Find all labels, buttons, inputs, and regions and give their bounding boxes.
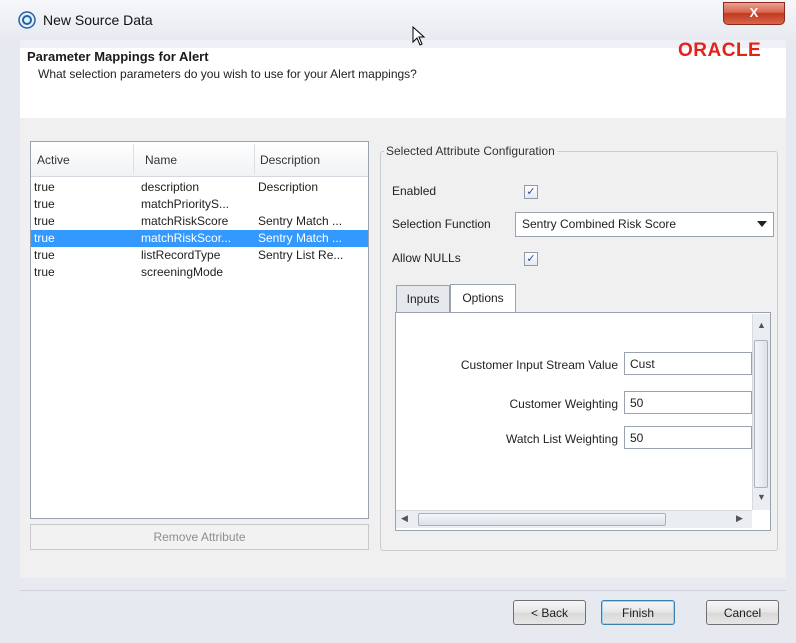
vertical-scrollbar[interactable]: ▲ ▼ — [752, 314, 770, 510]
selection-function-label: Selection Function — [392, 217, 491, 231]
scroll-right-icon[interactable]: ▶ — [736, 513, 743, 524]
cell-description: Sentry Match ... — [258, 231, 343, 245]
cell-active: true — [34, 180, 55, 194]
window-title: New Source Data — [43, 12, 153, 28]
table-row-selected[interactable]: true matchRiskScor... Sentry Match ... — [31, 230, 368, 247]
cell-name: matchRiskScore — [141, 214, 229, 228]
allow-nulls-label: Allow NULLs — [392, 251, 461, 265]
field-label: Watch List Weighting — [505, 432, 618, 446]
dialog-window: New Source Data X Parameter Mappings for… — [0, 0, 796, 643]
horizontal-scrollbar[interactable]: ◀ ▶ — [396, 510, 752, 528]
cell-active: true — [34, 265, 55, 279]
cell-active: true — [34, 197, 55, 211]
scroll-down-icon[interactable]: ▼ — [757, 492, 766, 502]
footer-divider — [20, 590, 786, 591]
table-row[interactable]: true matchPriorityS... — [31, 196, 368, 213]
cell-active: true — [34, 231, 55, 245]
customer-input-stream-field[interactable]: Cust — [624, 352, 752, 375]
table-row[interactable]: true description Description — [31, 179, 368, 196]
cell-name: matchPriorityS... — [141, 197, 230, 211]
page-subtitle: What selection parameters do you wish to… — [38, 67, 417, 81]
tab-options[interactable]: Options — [450, 284, 516, 314]
scroll-up-icon[interactable]: ▲ — [757, 320, 766, 330]
cell-name: listRecordType — [141, 248, 221, 262]
field-value: 50 — [630, 396, 644, 410]
cell-active: true — [34, 248, 55, 262]
mouse-cursor-icon — [412, 26, 426, 46]
tab-inputs[interactable]: Inputs — [396, 285, 450, 313]
app-icon — [18, 11, 36, 29]
cell-description: Description — [258, 180, 319, 194]
window-frame-right — [786, 40, 796, 643]
allow-nulls-checkbox[interactable]: ✓ — [524, 252, 538, 266]
window-frame-left — [0, 40, 20, 643]
chevron-down-icon[interactable] — [757, 221, 767, 227]
scroll-left-icon[interactable]: ◀ — [401, 513, 408, 524]
cell-description: Sentry List Re... — [258, 248, 344, 262]
scroll-thumb[interactable] — [754, 340, 768, 488]
close-button[interactable]: X — [723, 2, 785, 25]
cancel-button[interactable]: Cancel — [706, 600, 779, 625]
watch-list-weighting-field[interactable]: 50 — [624, 426, 752, 449]
column-divider[interactable] — [254, 144, 255, 174]
title-bar: New Source Data X — [0, 0, 796, 46]
enabled-label: Enabled — [392, 184, 437, 198]
options-panel — [395, 312, 771, 531]
remove-attribute-button[interactable]: Remove Attribute — [30, 524, 369, 550]
field-value: 50 — [630, 431, 644, 445]
field-label: Customer Input Stream Value — [460, 358, 618, 372]
group-title: Selected Attribute Configuration — [384, 144, 557, 158]
column-header-description[interactable]: Description — [260, 153, 320, 167]
enabled-checkbox[interactable]: ✓ — [524, 185, 538, 199]
column-header-active[interactable]: Active — [37, 153, 70, 167]
cell-name: matchRiskScor... — [141, 231, 232, 245]
finish-button[interactable]: Finish — [601, 600, 675, 625]
table-header: Active Name Description — [31, 142, 368, 177]
cell-name: screeningMode — [141, 265, 224, 279]
table-row[interactable]: true listRecordType Sentry List Re... — [31, 247, 368, 264]
field-label: Customer Weighting — [509, 397, 619, 411]
field-value: Cust — [630, 357, 655, 371]
table-row[interactable]: true matchRiskScore Sentry Match ... — [31, 213, 368, 230]
back-button[interactable]: < Back — [513, 600, 586, 625]
oracle-logo: ORACLE — [678, 40, 762, 61]
attribute-table[interactable]: Active Name Description true description… — [30, 141, 369, 519]
scroll-thumb[interactable] — [418, 513, 666, 526]
table-row[interactable]: true screeningMode — [31, 264, 368, 281]
page-title: Parameter Mappings for Alert — [27, 49, 209, 64]
column-header-name[interactable]: Name — [145, 153, 177, 167]
selection-function-value: Sentry Combined Risk Score — [522, 217, 677, 231]
selection-function-select[interactable]: Sentry Combined Risk Score — [515, 212, 774, 237]
column-divider[interactable] — [133, 144, 134, 174]
cell-active: true — [34, 214, 55, 228]
customer-weighting-field[interactable]: 50 — [624, 391, 752, 414]
cell-description: Sentry Match ... — [258, 214, 343, 228]
cell-name: description — [141, 180, 200, 194]
